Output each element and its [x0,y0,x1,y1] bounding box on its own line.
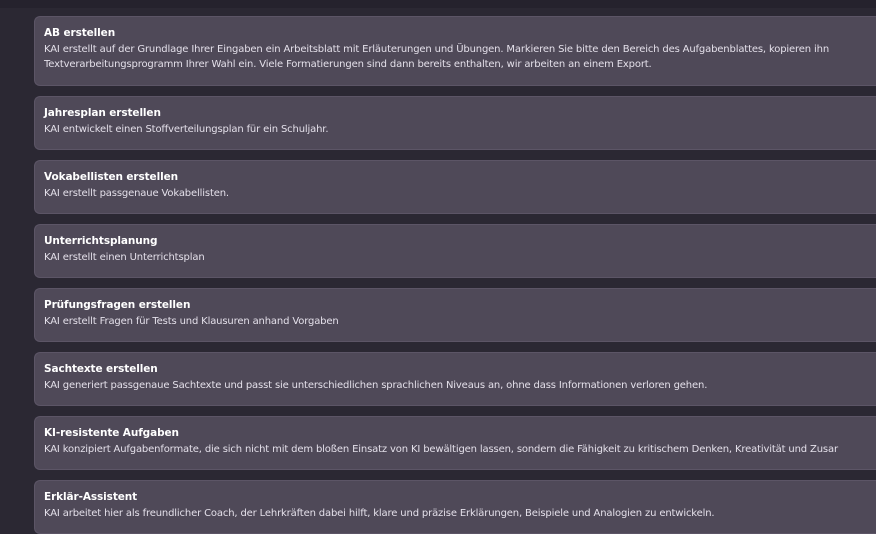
card-description-line-1: KAI erstellt auf der Grundlage Ihrer Ein… [44,44,830,55]
card-title: Jahresplan erstellen [44,107,161,119]
card-description: KAI erstellt Fragen für Tests und Klausu… [44,316,339,327]
tool-card-ki-resistente-aufgaben[interactable]: KI-resistente Aufgaben KAI konzipiert Au… [34,416,876,470]
tool-card-erklaer-assistent[interactable]: Erklär-Assistent KAI arbeitet hier als f… [34,480,876,534]
card-description: KAI erstellt passgenaue Vokabellisten. [44,188,229,199]
tool-card-pruefungsfragen[interactable]: Prüfungsfragen erstellen KAI erstellt Fr… [34,288,876,342]
card-title: AB erstellen [44,27,116,39]
card-title: KI-resistente Aufgaben [44,427,179,439]
card-description: KAI erstellt auf der Grundlage Ihrer Ein… [44,42,876,72]
card-description: KAI entwickelt einen Stoffverteilungspla… [44,124,329,135]
card-title: Prüfungsfragen erstellen [44,299,191,311]
card-title: Sachtexte erstellen [44,363,158,375]
tool-card-sachtexte[interactable]: Sachtexte erstellen KAI generiert passge… [34,352,876,406]
tool-card-ab-erstellen[interactable]: AB erstellen KAI erstellt auf der Grundl… [34,16,876,86]
tool-card-jahresplan[interactable]: Jahresplan erstellen KAI entwickelt eine… [34,96,876,150]
tool-card-vokabellisten[interactable]: Vokabellisten erstellen KAI erstellt pas… [34,160,876,214]
card-title: Vokabellisten erstellen [44,171,178,183]
card-description: KAI generiert passgenaue Sachtexte und p… [44,380,708,391]
card-description: KAI erstellt einen Unterrichtsplan [44,252,205,263]
card-title: Erklär-Assistent [44,491,138,503]
card-description-line-2: Textverarbeitungsprogramm Ihrer Wahl ein… [44,59,652,70]
tool-card-list: AB erstellen KAI erstellt auf der Grundl… [34,16,876,534]
card-description: KAI konzipiert Aufgabenformate, die sich… [44,444,838,455]
card-description: KAI arbeitet hier als freundlicher Coach… [44,508,715,519]
tool-card-unterrichtsplanung[interactable]: Unterrichtsplanung KAI erstellt einen Un… [34,224,876,278]
card-title: Unterrichtsplanung [44,235,158,247]
top-strip [0,0,876,8]
